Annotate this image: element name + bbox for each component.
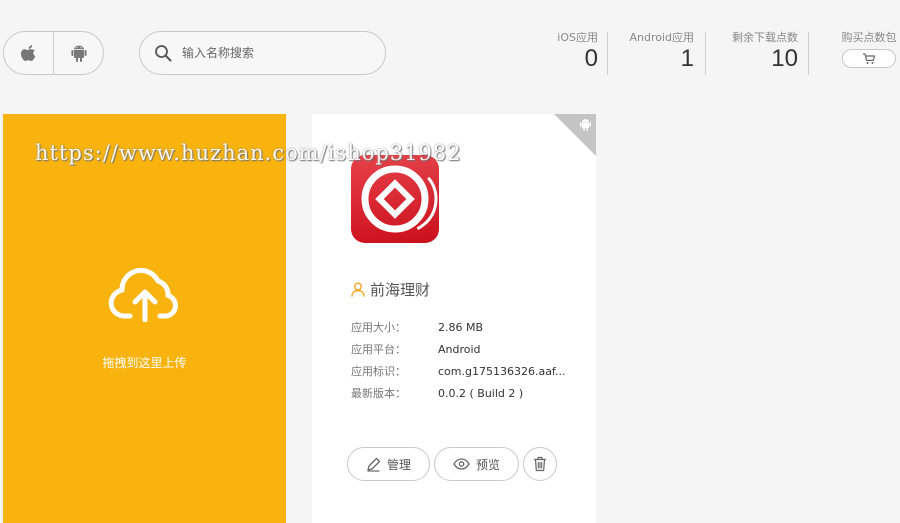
buy-points-label: 购买点数包 <box>841 31 897 44</box>
app-name-row: 前海理财 <box>351 279 430 300</box>
app-size-value: 2.86 MB <box>438 320 484 334</box>
app-card: 前海理财 应用大小： 2.86 MB 应用平台： Android 应用标识： c… <box>312 114 596 523</box>
trash-icon <box>534 456 546 472</box>
search-icon <box>155 45 172 62</box>
android-apps-label: Android应用 <box>629 31 694 44</box>
info-label: 应用标识： <box>351 365 406 378</box>
info-label: 应用平台： <box>351 343 406 356</box>
info-row-size: 应用大小： 2.86 MB <box>351 316 566 338</box>
ios-apps-count: 0 <box>584 45 598 72</box>
buy-points-button[interactable] <box>842 49 896 68</box>
info-row-bundle-id: 应用标识： com.g175136326.aaf... <box>351 360 566 382</box>
app-logo <box>351 155 439 243</box>
android-icon <box>70 45 87 62</box>
android-icon <box>580 119 591 131</box>
user-icon <box>351 282 365 297</box>
android-apps-count: 1 <box>680 45 694 72</box>
ios-apps-stat: iOS应用 0 <box>548 31 598 75</box>
download-points-count: 10 <box>771 45 798 72</box>
app-name: 前海理财 <box>370 281 431 299</box>
info-row-platform: 应用平台： Android <box>351 338 566 360</box>
stat-divider <box>808 32 809 75</box>
info-row-version: 最新版本： 0.0.2 ( Build 2 ) <box>351 382 566 404</box>
watermark-text: https://www.huzhan.com/ishop31982 <box>35 141 462 165</box>
pencil-icon <box>367 457 381 472</box>
manage-label: 管理 <box>386 457 411 472</box>
preview-button[interactable]: 预览 <box>434 447 519 481</box>
upload-label: 拖拽到这里上传 <box>102 356 187 370</box>
app-version-value: 0.0.2 ( Build 2 ) <box>438 386 524 400</box>
app-platform-value: Android <box>438 342 481 356</box>
buy-points-pack: 购买点数包 <box>840 31 898 68</box>
preview-label: 预览 <box>475 457 500 472</box>
info-label: 最新版本： <box>351 387 406 400</box>
download-points-label: 剩余下载点数 <box>732 31 798 44</box>
ios-filter-button[interactable] <box>4 32 53 74</box>
cart-icon <box>863 52 876 64</box>
info-label: 应用大小： <box>351 321 406 334</box>
download-points-stat: 剩余下载点数 10 <box>726 31 798 75</box>
delete-button[interactable] <box>523 447 557 481</box>
platform-filter <box>3 31 104 75</box>
cloud-upload-icon <box>108 267 178 322</box>
apple-icon <box>20 45 35 61</box>
manage-button[interactable]: 管理 <box>347 447 430 481</box>
stat-divider <box>607 32 608 75</box>
android-apps-stat: Android应用 1 <box>628 31 694 75</box>
ios-apps-label: iOS应用 <box>557 31 598 44</box>
android-filter-button[interactable] <box>53 32 103 74</box>
search-box[interactable] <box>139 31 386 75</box>
upload-dropzone[interactable]: 拖拽到这里上传 <box>3 114 286 523</box>
search-input[interactable] <box>182 46 362 60</box>
app-bundle-id-value: com.g175136326.aaf... <box>438 364 566 378</box>
eye-icon <box>453 458 470 470</box>
stat-divider <box>705 32 706 75</box>
app-info-table: 应用大小： 2.86 MB 应用平台： Android 应用标识： com.g1… <box>351 316 566 404</box>
